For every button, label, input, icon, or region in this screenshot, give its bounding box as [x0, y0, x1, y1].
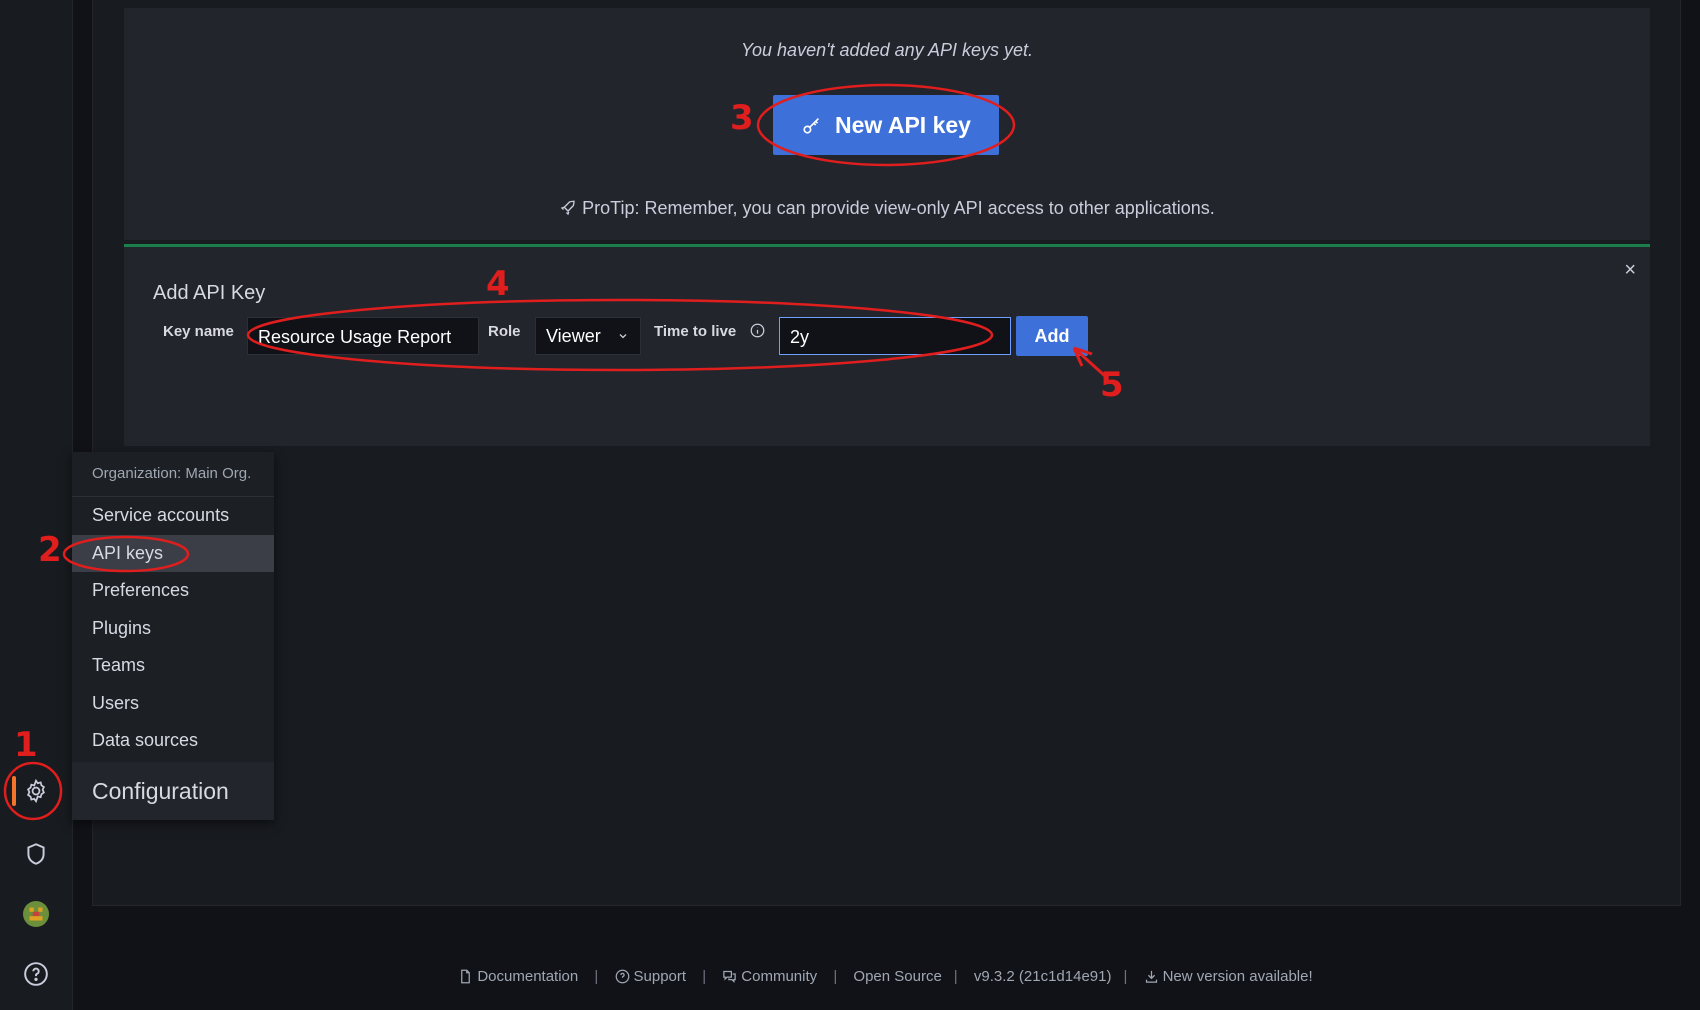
menu-item-teams[interactable]: Teams [72, 647, 274, 685]
menu-item-users[interactable]: Users [72, 685, 274, 723]
empty-state-message: You haven't added any API keys yet. [741, 40, 1033, 60]
close-icon[interactable]: × [1624, 259, 1636, 282]
role-value: Viewer [546, 325, 601, 346]
protip: ProTip: Remember, you can provide view-o… [124, 198, 1650, 219]
footer-separator: | [594, 968, 599, 985]
menu-org-header: Organization: Main Org. [72, 452, 274, 497]
footer-separator: | [1123, 968, 1128, 985]
footer-documentation-text: Documentation [477, 968, 579, 985]
active-indicator [12, 776, 16, 806]
footer-support-text: Support [633, 968, 687, 985]
menu-item-api-keys[interactable]: API keys [72, 534, 274, 572]
help-icon[interactable] [18, 956, 54, 992]
ttl-label: Time to live [654, 312, 765, 352]
footer-community-text: Community [741, 968, 818, 985]
annotation-number-5: 5 [1100, 365, 1124, 405]
menu-item-data-sources[interactable]: Data sources [72, 722, 274, 760]
menu-item-plugins[interactable]: Plugins [72, 610, 274, 648]
add-button[interactable]: Add [1016, 316, 1088, 356]
key-icon [803, 117, 820, 134]
footer-documentation[interactable]: Documentation [458, 968, 582, 985]
gear-icon[interactable] [18, 773, 54, 809]
role-label: Role [488, 323, 521, 340]
new-api-key-label: New API key [835, 111, 971, 138]
footer-version: v9.3.2 (21c1d14e91) [973, 968, 1112, 985]
add-api-key-panel: Add API Key × Key name Resource Usage Re… [124, 244, 1650, 446]
comments-icon [723, 970, 737, 984]
footer-support[interactable]: Support [615, 968, 691, 985]
key-name-label: Key name [163, 323, 234, 340]
chevron-down-icon [619, 334, 627, 339]
help-icon [615, 969, 629, 984]
annotation-number-2: 2 [38, 530, 62, 570]
menu-title-configuration[interactable]: Configuration [72, 762, 274, 820]
annotation-number-3: 3 [730, 98, 754, 138]
footer-community[interactable]: Community [722, 968, 821, 985]
document-icon [461, 969, 471, 984]
footer-new-version-text: New version available! [1162, 968, 1313, 985]
footer-open-source[interactable]: Open Source [853, 968, 941, 985]
rocket-icon [560, 200, 575, 216]
annotation-number-1: 1 [14, 725, 38, 765]
footer-separator: | [833, 968, 838, 985]
add-api-key-title: Add API Key [153, 282, 266, 304]
menu-item-preferences[interactable]: Preferences [72, 572, 274, 610]
footer: Documentation | Support | Community | Op… [92, 968, 1679, 985]
footer-separator: | [702, 968, 707, 985]
avatar[interactable] [18, 896, 54, 932]
role-select[interactable]: Viewer [535, 317, 641, 355]
ttl-input[interactable]: 2y [779, 317, 1011, 355]
menu-item-service-accounts[interactable]: Service accounts [72, 497, 274, 535]
configuration-menu: Organization: Main Org. Service accounts… [72, 452, 274, 820]
sidebar [0, 0, 73, 1010]
protip-text: ProTip: Remember, you can provide view-o… [582, 198, 1215, 218]
ttl-label-text: Time to live [654, 323, 737, 340]
shield-icon[interactable] [18, 836, 54, 872]
footer-separator: | [953, 968, 958, 985]
new-api-key-button[interactable]: New API key [773, 95, 999, 155]
footer-new-version[interactable]: New version available! [1144, 968, 1313, 985]
key-name-input[interactable]: Resource Usage Report [247, 317, 479, 355]
info-icon [751, 323, 765, 338]
download-icon [1145, 970, 1157, 983]
annotation-number-4: 4 [486, 264, 510, 304]
